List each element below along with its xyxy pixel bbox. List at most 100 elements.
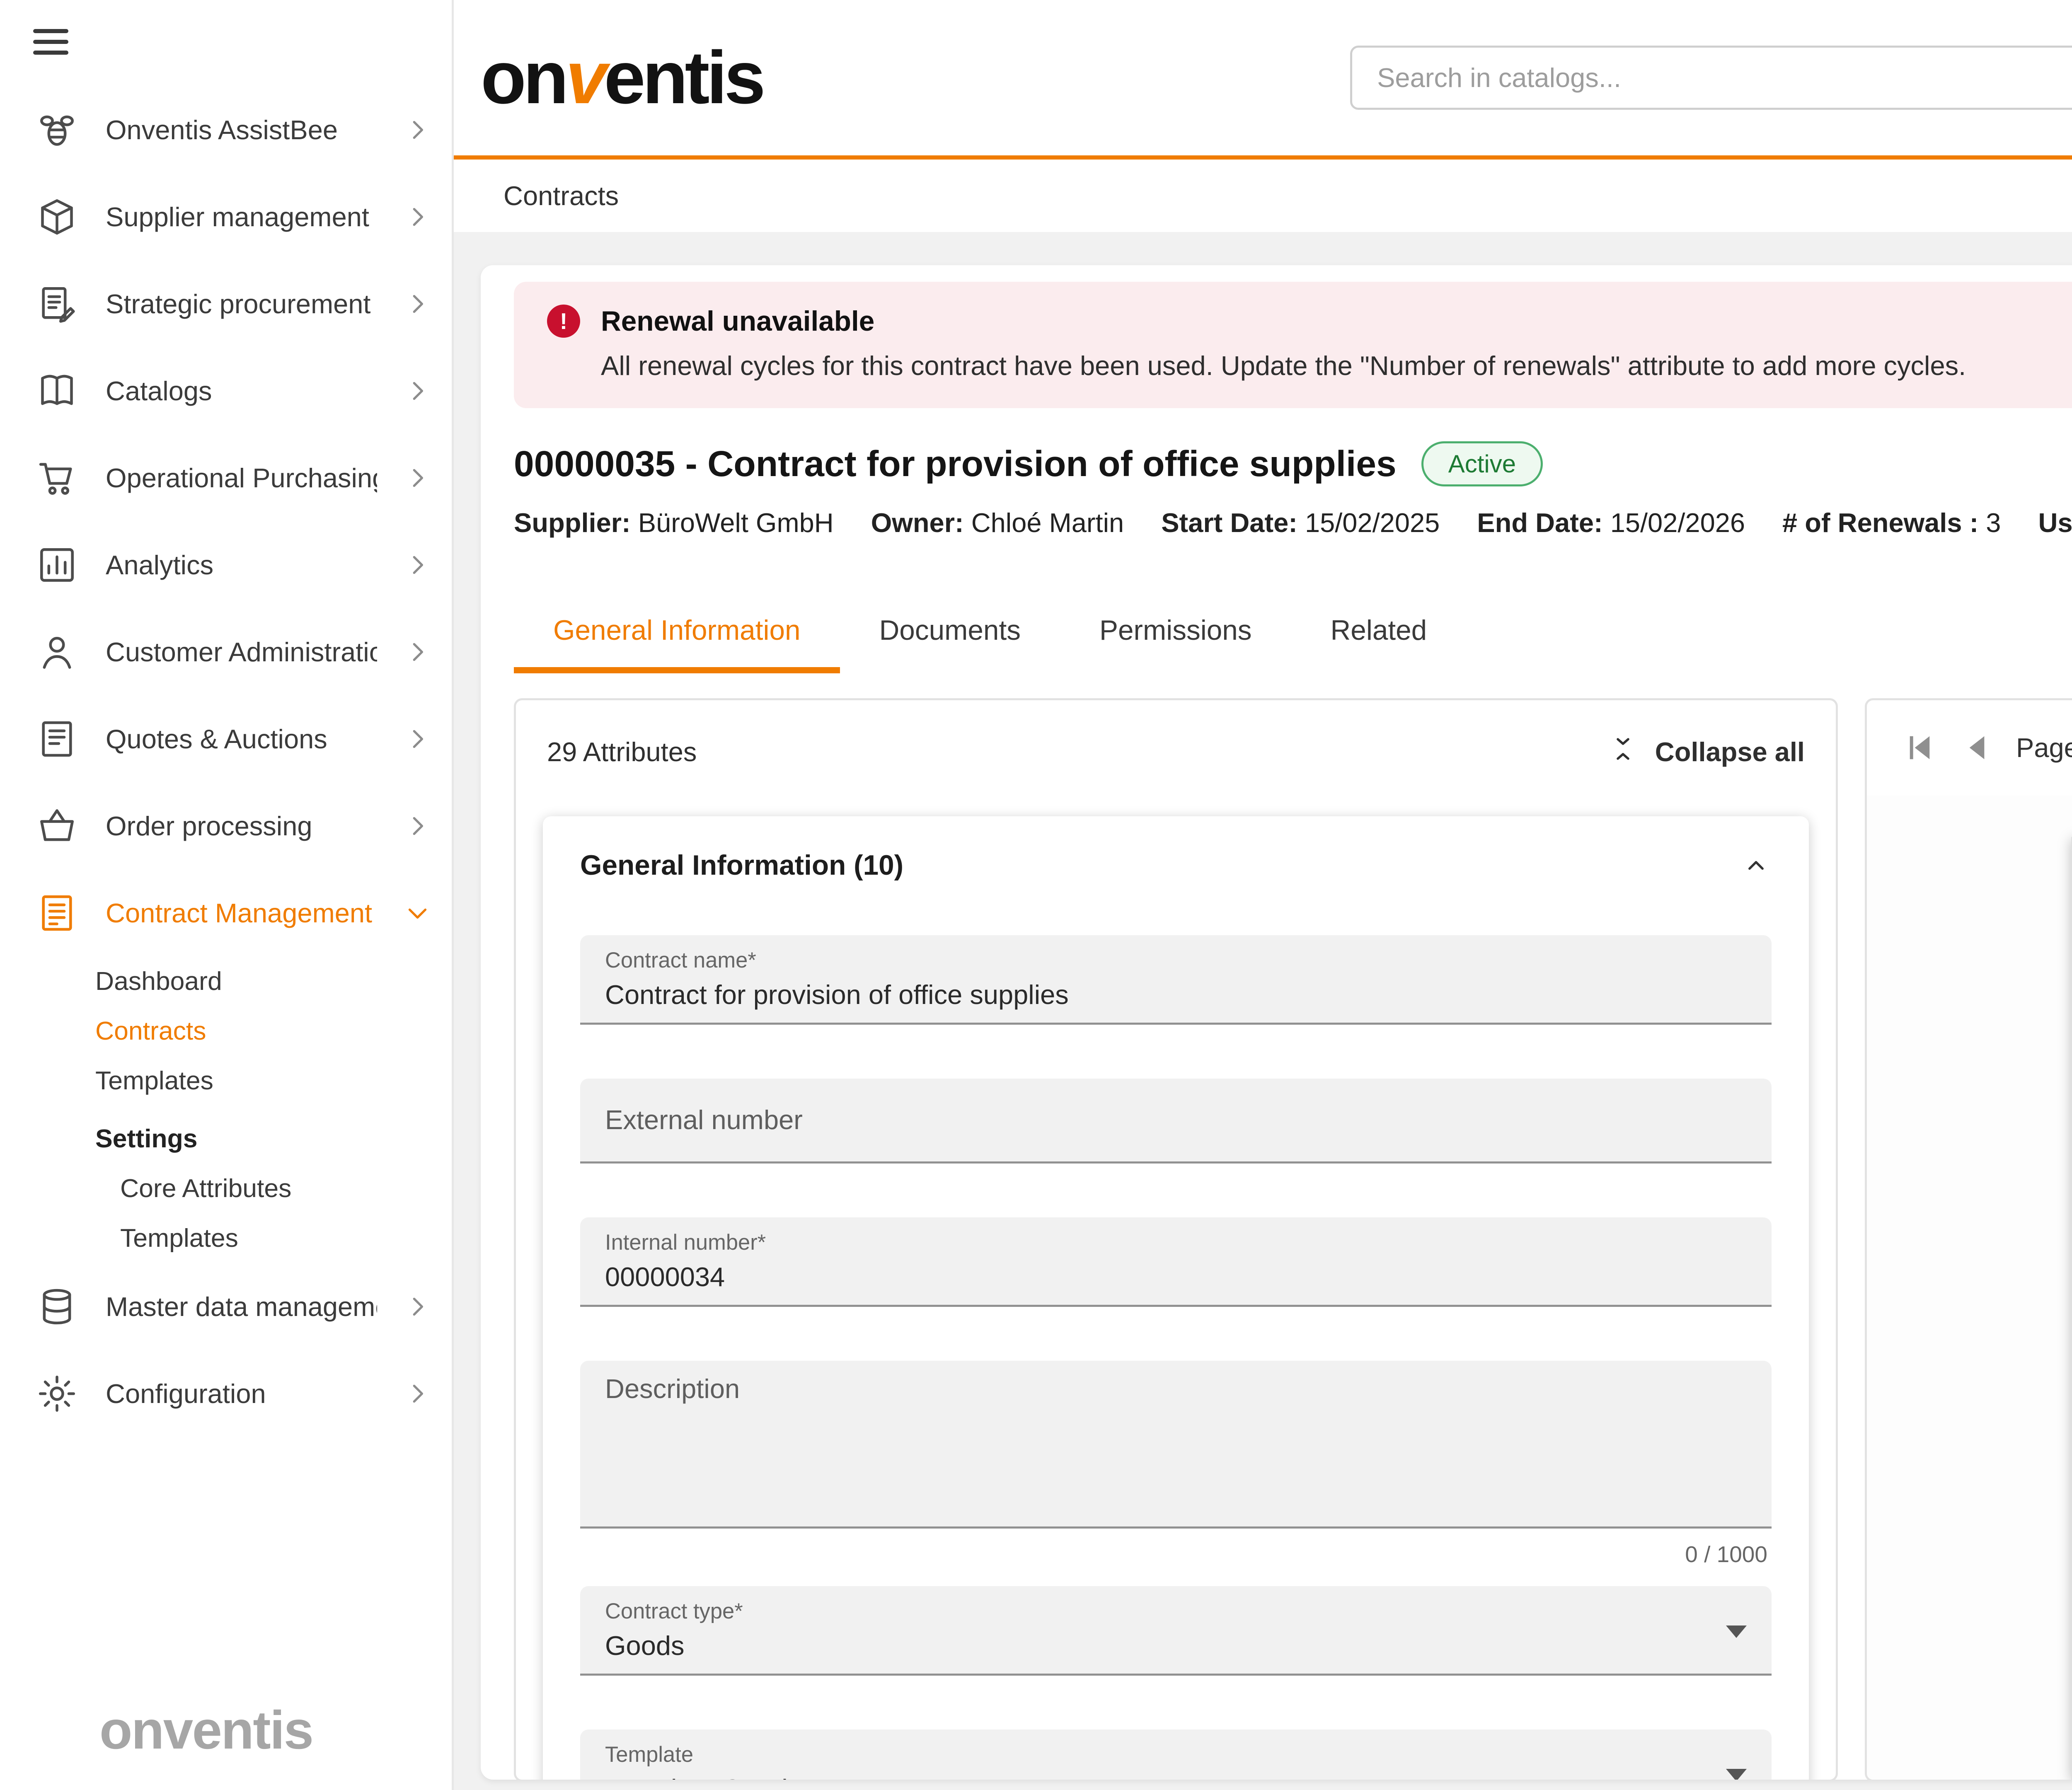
sidebar: Onventis AssistBee Supplier management S… [0, 0, 454, 1790]
logo-text: on [481, 36, 566, 119]
contract-name-field[interactable]: Contract name* Contract for provision of… [580, 935, 1772, 1025]
section-title: General Information (10) [580, 849, 903, 881]
status-badge: Active [1421, 441, 1543, 486]
collapse-all-label: Collapse all [1655, 736, 1805, 767]
sidebar-item-label: Order processing [106, 810, 377, 842]
sidebar-item-label: Supplier management [106, 201, 377, 232]
first-page-button[interactable] [1900, 728, 1939, 767]
field-value: 00000034 [605, 1261, 1747, 1292]
logo-text: v [566, 36, 604, 119]
sidebar-item-dashboard[interactable]: Dashboard [0, 956, 452, 1006]
bee-icon [35, 108, 79, 152]
alert-message: All renewal cycles for this contract hav… [601, 350, 2072, 381]
pdf-toolbar: Page of 1 Automatic ... [1867, 700, 2072, 796]
tab-related[interactable]: Related [1291, 592, 1467, 673]
page-title: 00000035 - Contract for provision of off… [514, 443, 1397, 485]
breadcrumb[interactable]: Contracts [503, 180, 619, 211]
external-number-field[interactable]: External number [580, 1079, 1772, 1164]
meta-value: BüroWelt GmbH [638, 508, 834, 538]
dropdown-caret-icon [1726, 1769, 1747, 1780]
sidebar-item-label: Contract Management [106, 897, 377, 929]
sidebar-item-settings-templates[interactable]: Templates [0, 1213, 452, 1263]
chevron-right-icon [404, 552, 431, 578]
meta-owner: Owner: Chloé Martin [871, 507, 1124, 538]
pdf-view-area[interactable]: Standard Agreement - Goods This Agreemen… [1867, 796, 2072, 1780]
topbar: onventis ? CM [454, 0, 2072, 160]
meta-value: 3 [1986, 508, 2001, 538]
contract-header: 00000035 - Contract for provision of off… [514, 429, 2072, 563]
sidebar-item-templates[interactable]: Templates [0, 1056, 452, 1105]
sidebar-item-label: Operational Purchasing [106, 462, 377, 493]
document-pencil-icon [35, 282, 79, 326]
chevron-right-icon [404, 377, 431, 404]
tab-permissions[interactable]: Permissions [1060, 592, 1291, 673]
sidebar-item-label: Strategic procurement [106, 288, 377, 319]
meta-label: Supplier: [514, 508, 631, 538]
sidebar-item-contracts[interactable]: Contracts [0, 1006, 452, 1056]
cart-icon [35, 456, 79, 500]
previous-page-button[interactable] [1958, 728, 1997, 767]
tab-general-information[interactable]: General Information [514, 592, 840, 673]
meta-label: End Date: [1477, 508, 1602, 538]
chevron-right-icon [404, 464, 431, 491]
sidebar-item-label: Configuration [106, 1378, 377, 1409]
section-header: General Information (10) [580, 849, 1772, 881]
sidebar-item-core-attributes[interactable]: Core Attributes [0, 1164, 452, 1213]
sidebar-item-label: Onventis AssistBee [106, 114, 377, 145]
meta-renewals: # of Renewals : 3 [1782, 507, 2001, 538]
sidebar-item-configuration[interactable]: Configuration [0, 1350, 452, 1437]
page-label: Page [2016, 732, 2072, 763]
meta-label: Used Renewals: [2038, 508, 2072, 538]
field-label: External number [605, 1104, 803, 1135]
content-panels: 29 Attributes Collapse all General Infor… [514, 698, 2072, 1780]
sidebar-item-master-data-management[interactable]: Master data management [0, 1263, 452, 1350]
menu-icon[interactable] [33, 29, 68, 61]
field-value: Goods [605, 1630, 1747, 1661]
internal-number-field[interactable]: Internal number* 00000034 [580, 1217, 1772, 1307]
collapse-all-button[interactable]: Collapse all [1607, 733, 1805, 771]
sidebar-item-label: Catalogs [106, 375, 377, 406]
search-input[interactable] [1352, 62, 2072, 93]
field-value: Template Goods contracts [605, 1773, 1747, 1780]
field-label: Description [605, 1373, 1747, 1404]
general-information-section: General Information (10) Contract name* … [543, 816, 1809, 1780]
meta-label: # of Renewals : [1782, 508, 1978, 538]
onventis-logo: onventis [481, 35, 762, 121]
sidebar-item-customer-administration[interactable]: Customer Administration [0, 608, 452, 695]
description-field[interactable]: Description [580, 1361, 1772, 1529]
template-select[interactable]: Template Template Goods contracts [580, 1730, 1772, 1780]
sidebar-item-label: Customer Administration [106, 636, 377, 668]
attributes-count: 29 Attributes [547, 736, 697, 767]
sidebar-item-analytics[interactable]: Analytics [0, 521, 452, 608]
breadcrumb-bar: Contracts [454, 160, 2072, 232]
sidebar-item-contract-management[interactable]: Contract Management [0, 869, 452, 956]
sidebar-item-operational-purchasing[interactable]: Operational Purchasing [0, 434, 452, 521]
logo-text: entis [604, 36, 763, 119]
alert-header: ! Renewal unavailable [547, 305, 2072, 338]
title-row: 00000035 - Contract for provision of off… [514, 441, 2072, 486]
chevron-up-icon[interactable] [1740, 850, 1772, 881]
dropdown-caret-icon [1726, 1626, 1747, 1638]
chevron-right-icon [404, 813, 431, 839]
meta-used-renewals: Used Renewals: 3 [2038, 507, 2072, 538]
sidebar-item-onventis-assistbee[interactable]: Onventis AssistBee [0, 86, 452, 173]
error-icon: ! [547, 305, 580, 338]
tab-documents[interactable]: Documents [840, 592, 1060, 673]
chevron-right-icon [404, 116, 431, 143]
sidebar-item-settings[interactable]: Settings [0, 1114, 452, 1164]
meta-value: 15/02/2025 [1305, 508, 1440, 538]
sidebar-item-order-processing[interactable]: Order processing [0, 782, 452, 869]
contract-document-icon [35, 891, 79, 935]
field-value: Contract for provision of office supplie… [605, 979, 1747, 1010]
sidebar-item-strategic-procurement[interactable]: Strategic procurement [0, 260, 452, 347]
gear-icon [35, 1372, 79, 1415]
sidebar-item-quotes-auctions[interactable]: Quotes & Auctions [0, 695, 452, 782]
chevron-right-icon [404, 1293, 431, 1320]
contract-type-select[interactable]: Contract type* Goods [580, 1586, 1772, 1676]
onventis-footer-logo: onventis [99, 1699, 452, 1761]
book-icon [35, 369, 79, 413]
field-label: Contract name* [605, 948, 1747, 973]
sidebar-item-catalogs[interactable]: Catalogs [0, 347, 452, 434]
meta-end-date: End Date: 15/02/2026 [1477, 507, 1745, 538]
sidebar-item-supplier-management[interactable]: Supplier management [0, 173, 452, 260]
